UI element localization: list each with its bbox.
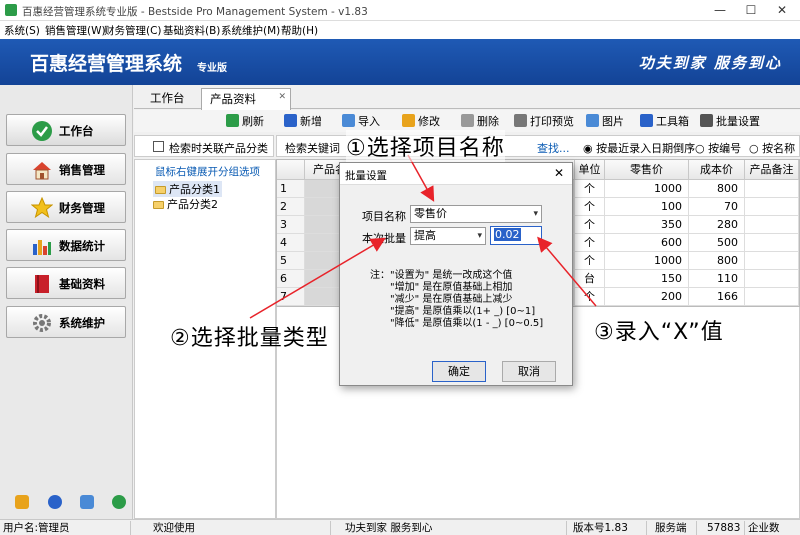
- status-bar: 用户名:管理员 欢迎使用 功夫到家 服务到心 版本号1.83 服务端 57883…: [0, 519, 800, 535]
- arrow-3: [537, 236, 597, 307]
- annotation-2: ②选择批量类型: [170, 326, 329, 351]
- status-slogan: 功夫到家 服务到心: [330, 521, 565, 535]
- status-edition: 企业数: [744, 521, 800, 535]
- status-server: 服务端: [646, 521, 696, 535]
- app-window: 百惠经营管理系统专业版 - Bestside Pro Management Sy…: [0, 0, 800, 535]
- status-user: 用户名:管理员: [3, 522, 70, 534]
- annotation-1: ①选择项目名称: [346, 130, 505, 162]
- status-welcome: 欢迎使用: [130, 521, 330, 535]
- annotation-arrows: [249, 154, 597, 319]
- status-code: 57883: [696, 521, 744, 535]
- annotation-3: ③录入“X”值: [594, 320, 724, 345]
- status-version: 版本号1.83: [566, 521, 646, 535]
- arrow-2: [249, 237, 386, 319]
